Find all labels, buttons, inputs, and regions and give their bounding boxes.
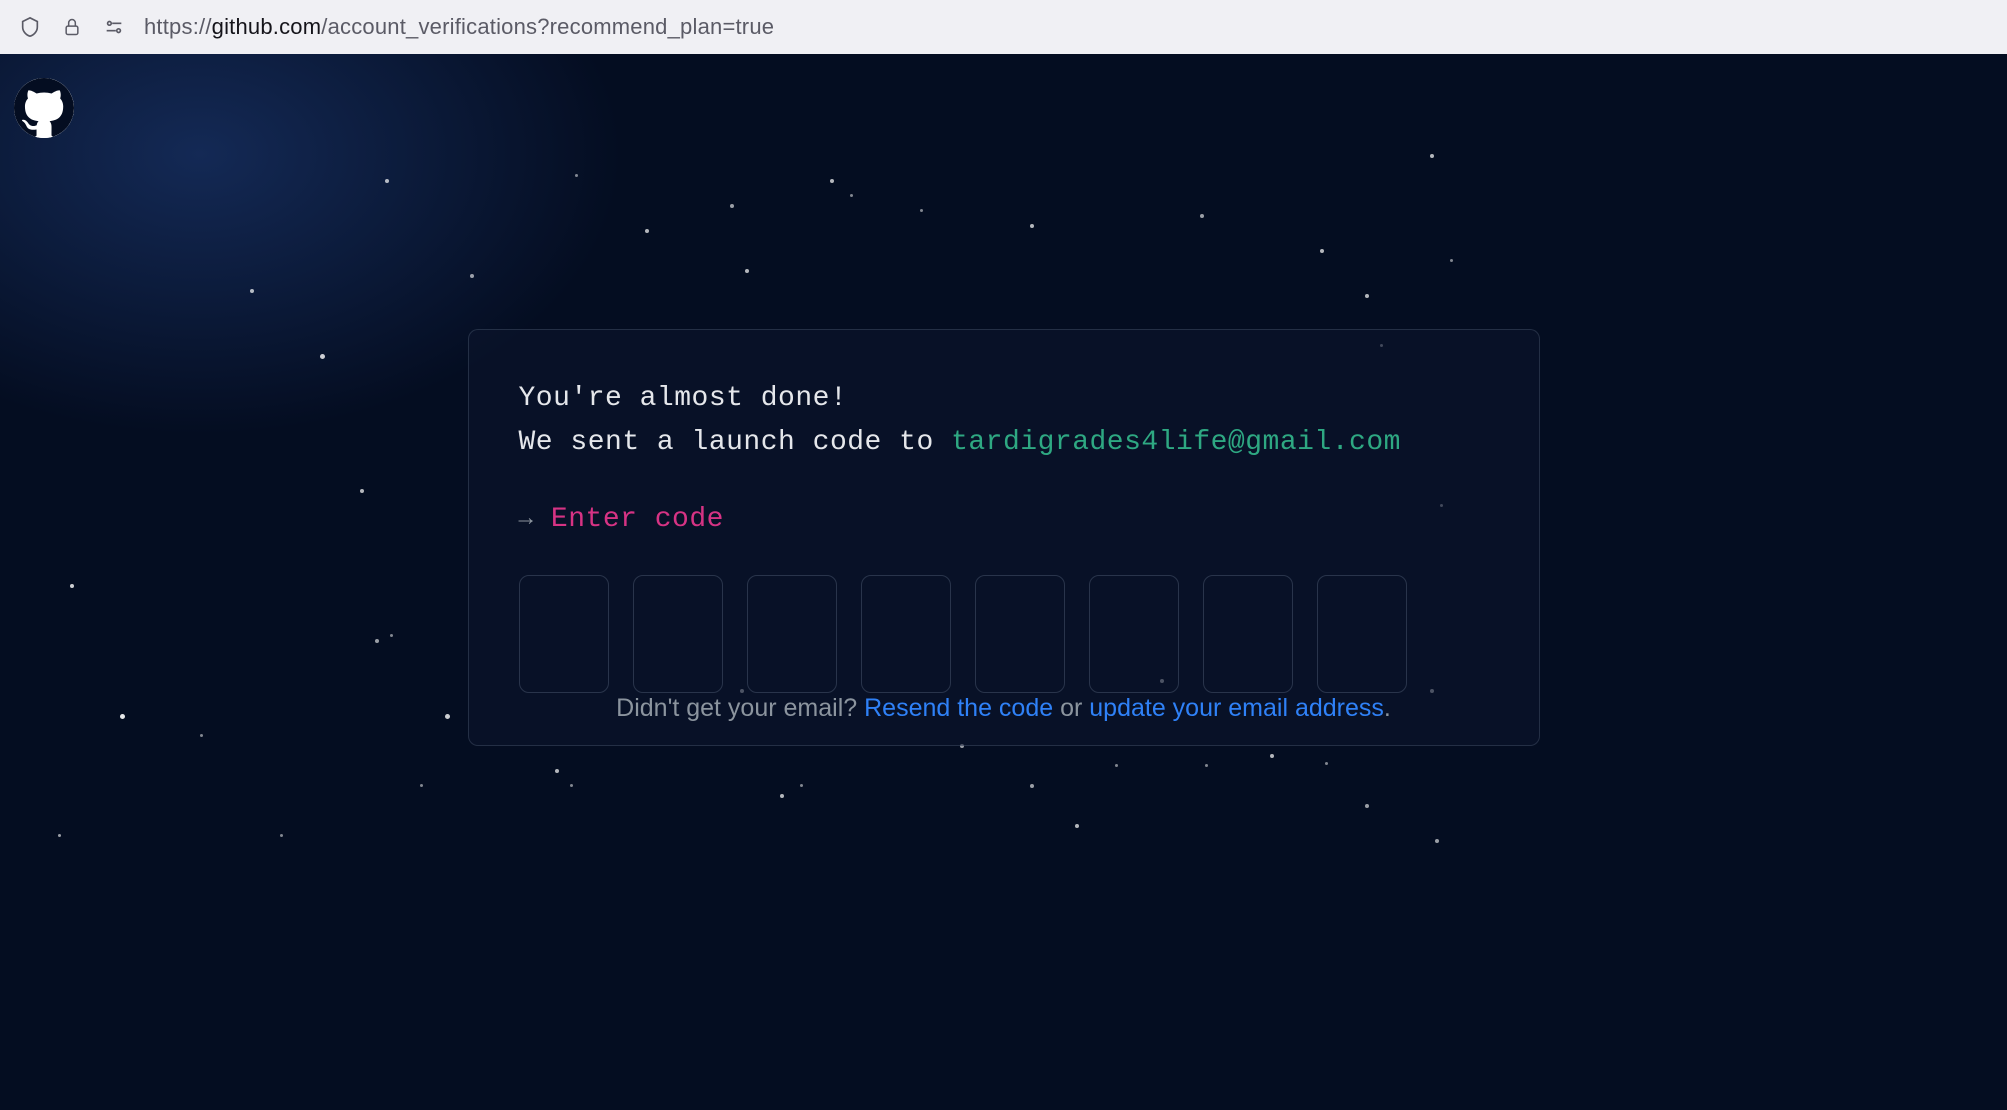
star-decoration bbox=[200, 734, 203, 737]
star-decoration bbox=[1450, 259, 1453, 262]
star-decoration bbox=[360, 489, 364, 493]
star-decoration bbox=[1030, 784, 1034, 788]
star-decoration bbox=[920, 209, 923, 212]
star-decoration bbox=[1030, 224, 1034, 228]
star-decoration bbox=[320, 354, 325, 359]
lock-icon[interactable] bbox=[60, 15, 84, 39]
star-decoration bbox=[1365, 294, 1369, 298]
star-decoration bbox=[445, 714, 450, 719]
star-decoration bbox=[470, 274, 474, 278]
star-decoration bbox=[280, 834, 283, 837]
star-decoration bbox=[420, 784, 423, 787]
enter-code-label: Enter code bbox=[551, 504, 724, 535]
browser-address-bar: https://github.com/account_verifications… bbox=[0, 0, 2007, 54]
help-text: Didn't get your email? Resend the code o… bbox=[616, 694, 1391, 723]
heading-line-2: We sent a launch code to tardigrades4lif… bbox=[519, 422, 1489, 464]
permissions-icon[interactable] bbox=[102, 15, 126, 39]
star-decoration bbox=[250, 289, 254, 293]
shield-icon[interactable] bbox=[18, 15, 42, 39]
star-decoration bbox=[70, 584, 74, 588]
star-decoration bbox=[570, 784, 573, 787]
star-decoration bbox=[390, 634, 393, 637]
star-decoration bbox=[645, 229, 649, 233]
star-decoration bbox=[575, 174, 578, 177]
star-decoration bbox=[850, 194, 853, 197]
star-decoration bbox=[375, 639, 379, 643]
star-decoration bbox=[830, 179, 834, 183]
star-decoration bbox=[745, 269, 749, 273]
enter-code-prompt: → Enter code bbox=[519, 504, 1489, 535]
star-decoration bbox=[1115, 764, 1118, 767]
resend-code-link[interactable]: Resend the code bbox=[864, 694, 1053, 722]
star-decoration bbox=[1270, 754, 1274, 758]
heading-line-1: You're almost done! bbox=[519, 378, 1489, 420]
star-decoration bbox=[1200, 214, 1204, 218]
verification-card: You're almost done! We sent a launch cod… bbox=[468, 329, 1540, 746]
star-decoration bbox=[1320, 249, 1324, 253]
star-decoration bbox=[730, 204, 734, 208]
star-decoration bbox=[1435, 839, 1439, 843]
star-decoration bbox=[385, 179, 389, 183]
star-decoration bbox=[1325, 762, 1328, 765]
star-decoration bbox=[1365, 804, 1369, 808]
page-content: You're almost done! We sent a launch cod… bbox=[0, 54, 2007, 1110]
star-decoration bbox=[1205, 764, 1208, 767]
code-digit-8[interactable] bbox=[1317, 575, 1407, 693]
url-display[interactable]: https://github.com/account_verifications… bbox=[144, 14, 774, 40]
star-decoration bbox=[800, 784, 803, 787]
code-digit-6[interactable] bbox=[1089, 575, 1179, 693]
arrow-right-icon: → bbox=[519, 506, 533, 533]
github-logo[interactable] bbox=[14, 78, 74, 138]
code-digit-4[interactable] bbox=[861, 575, 951, 693]
code-digit-3[interactable] bbox=[747, 575, 837, 693]
code-digit-5[interactable] bbox=[975, 575, 1065, 693]
star-decoration bbox=[1075, 824, 1079, 828]
update-email-link[interactable]: update your email address bbox=[1089, 694, 1384, 722]
email-address: tardigrades4life@gmail.com bbox=[951, 427, 1401, 458]
code-digit-1[interactable] bbox=[519, 575, 609, 693]
code-digit-2[interactable] bbox=[633, 575, 723, 693]
star-decoration bbox=[780, 794, 784, 798]
code-input-group bbox=[519, 575, 1489, 693]
star-decoration bbox=[1430, 154, 1434, 158]
star-decoration bbox=[120, 714, 125, 719]
code-digit-7[interactable] bbox=[1203, 575, 1293, 693]
star-decoration bbox=[58, 834, 61, 837]
star-decoration bbox=[555, 769, 559, 773]
